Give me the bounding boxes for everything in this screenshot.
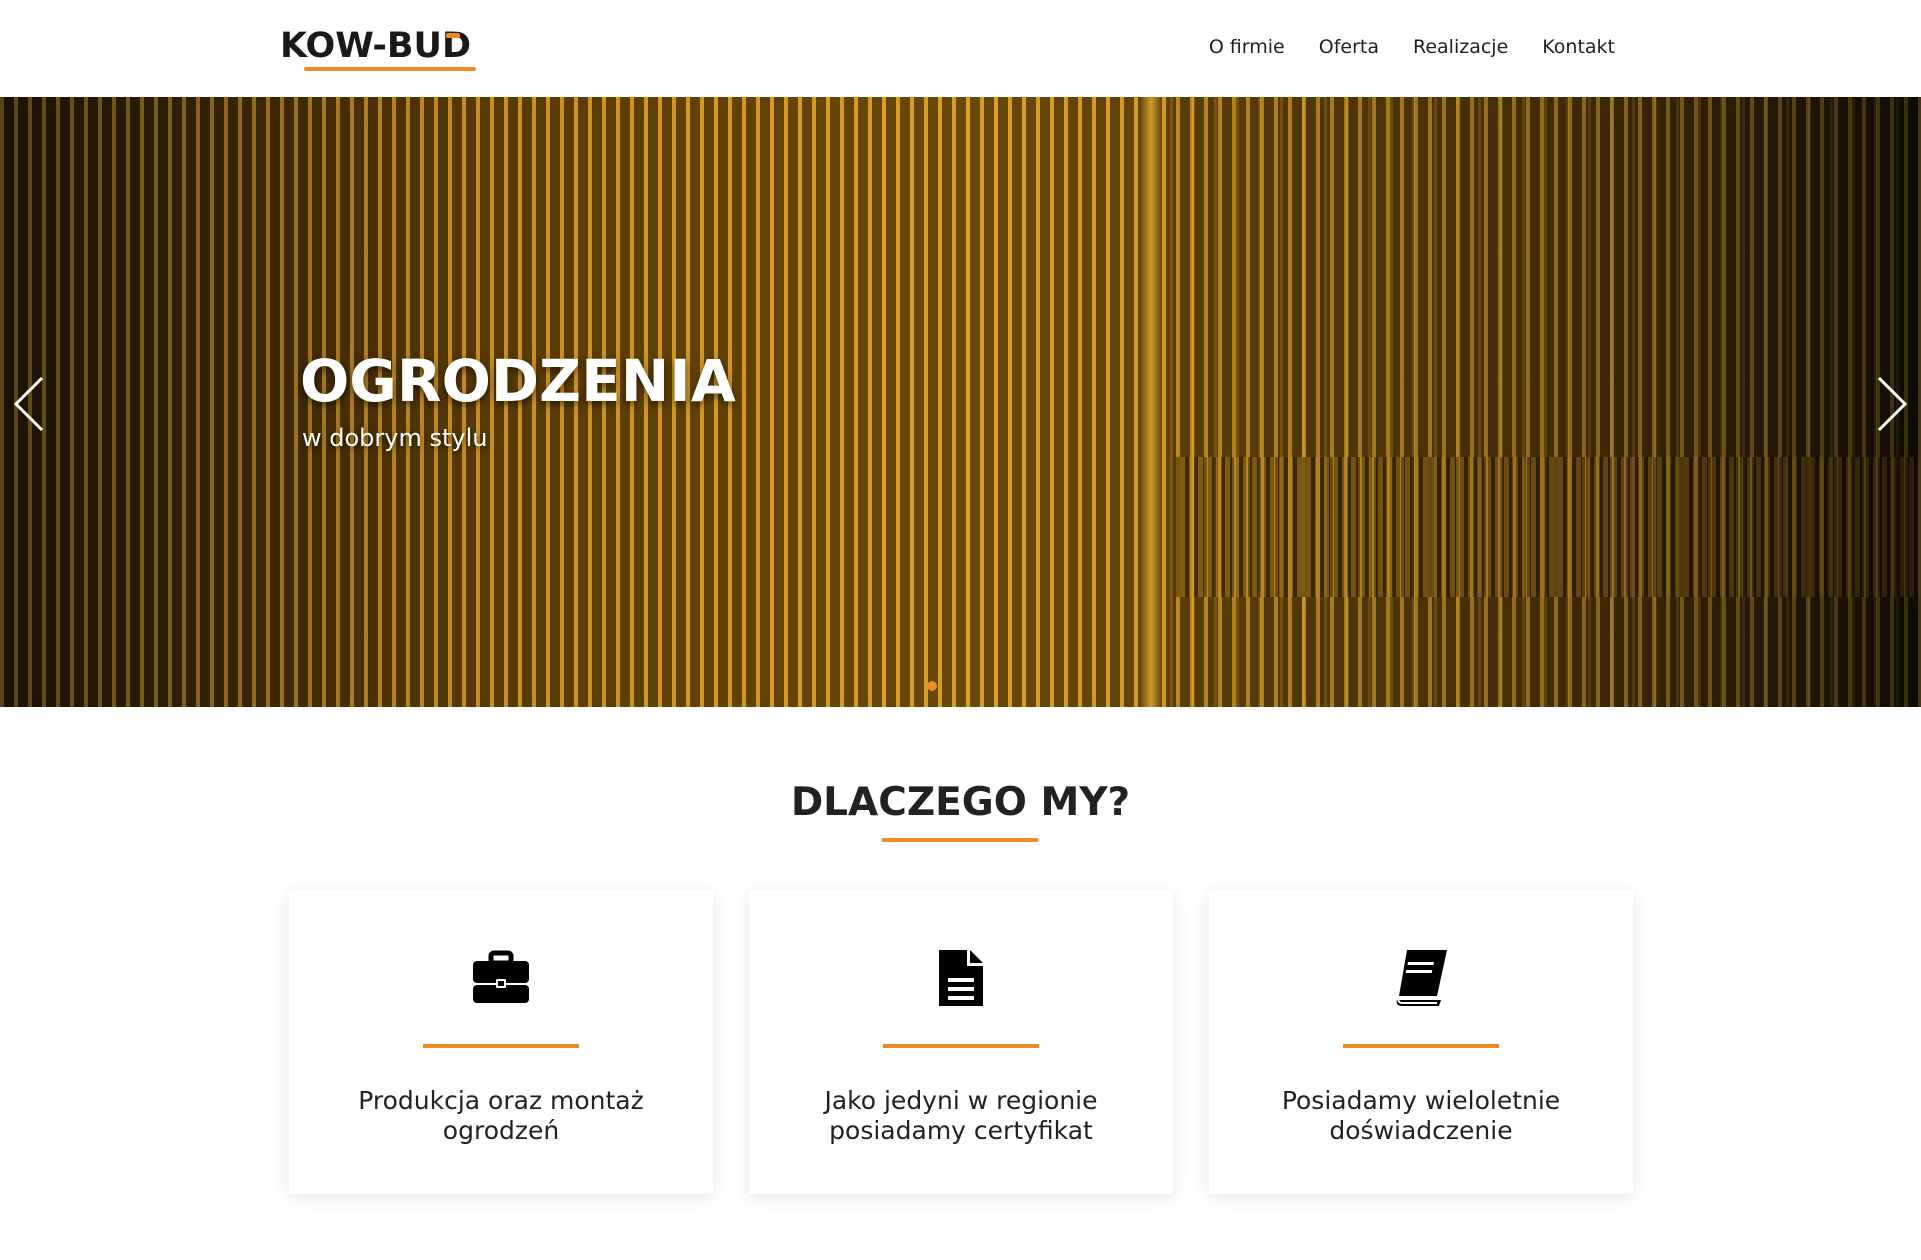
- nav-item-realizacje[interactable]: Realizacje: [1413, 36, 1508, 58]
- slider-dots: [927, 681, 937, 691]
- feature-card: Produkcja oraz montaż ogrodzeń: [289, 890, 713, 1194]
- main-nav: O firmie Oferta Realizacje Kontakt: [1209, 36, 1615, 58]
- slider-next-button[interactable]: [1871, 374, 1911, 434]
- book-icon: [1396, 950, 1447, 1006]
- nav-item-kontakt[interactable]: Kontakt: [1542, 36, 1615, 58]
- card-divider: [423, 1044, 579, 1048]
- card-divider: [1343, 1044, 1499, 1048]
- hero-title: OGRODZENIA: [300, 347, 736, 415]
- document-icon: [939, 950, 983, 1006]
- hero-slider: OGRODZENIA w dobrym stylu: [0, 97, 1921, 707]
- site-header: KOW-BUD O firmie Oferta Realizacje Konta…: [0, 0, 1921, 97]
- card-text: Jako jedyni w regionie posiadamy certyfi…: [824, 1086, 1098, 1145]
- hero-subtitle: w dobrym stylu: [302, 424, 488, 452]
- logo-underline: [304, 67, 476, 71]
- feature-card: Posiadamy wieloletnie doświadczenie: [1209, 890, 1633, 1194]
- section-title-underline: [882, 838, 1038, 842]
- card-divider: [883, 1044, 1039, 1048]
- card-text: Produkcja oraz montaż ogrodzeń: [358, 1086, 644, 1145]
- features-cards: Produkcja oraz montaż ogrodzeń Jako jedy…: [289, 890, 1633, 1194]
- feature-card: Jako jedyni w regionie posiadamy certyfi…: [749, 890, 1173, 1194]
- nav-item-oferta[interactable]: Oferta: [1319, 36, 1379, 58]
- logo-accent-mark: [446, 33, 460, 38]
- hero-overlay: [0, 97, 1921, 707]
- logo-text: KOW-BUD: [280, 26, 472, 66]
- slider-dot-active[interactable]: [927, 681, 937, 691]
- logo[interactable]: KOW-BUD: [280, 26, 505, 72]
- briefcase-icon: [473, 950, 529, 1003]
- section-title: DLACZEGO MY?: [790, 780, 1131, 825]
- nav-item-o-firmie[interactable]: O firmie: [1209, 36, 1285, 58]
- chevron-right-icon: [1877, 376, 1908, 432]
- card-text: Posiadamy wieloletnie doświadczenie: [1281, 1086, 1561, 1145]
- chevron-left-icon: [13, 376, 44, 432]
- slider-prev-button[interactable]: [10, 374, 50, 434]
